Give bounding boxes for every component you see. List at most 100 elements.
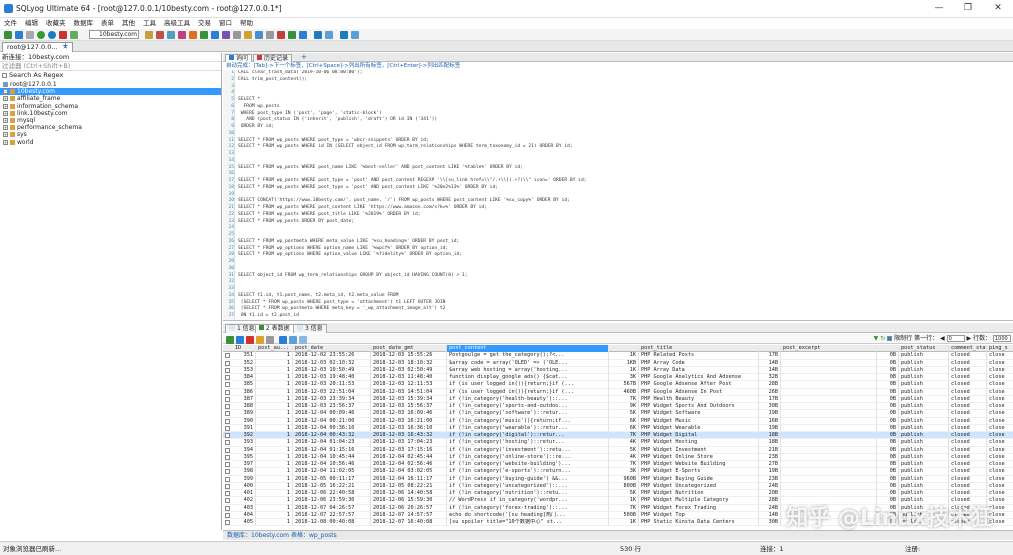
table-cell[interactable]: close — [987, 439, 1013, 446]
row-checkbox[interactable] — [225, 512, 230, 518]
table-cell[interactable]: 1 — [256, 519, 293, 527]
close-button[interactable]: ✕ — [987, 2, 1009, 15]
table-row[interactable]: 395 1 2018-12-04 10:45:44 2018-12-04 02:45:… — [223, 453, 1013, 461]
table-cell[interactable]: 24B — [759, 482, 781, 490]
table-cell[interactable]: 0B — [877, 359, 899, 367]
table-cell[interactable]: 1 — [256, 410, 293, 418]
table-cell[interactable]: 27B — [759, 461, 781, 469]
table-cell[interactable]: 2018-12-03 15:55:26 — [371, 352, 447, 360]
table-cell[interactable]: close — [987, 352, 1013, 359]
new-query-icon[interactable] — [15, 31, 23, 39]
table-cell[interactable]: 30B — [759, 519, 781, 527]
table-cell[interactable]: [su spoiler title="10个数据中心" st... — [447, 519, 609, 527]
schedule-icon[interactable] — [244, 31, 252, 39]
table-cell[interactable]: 2018-12-07 16:40:08 — [371, 519, 447, 527]
table-row[interactable]: 384 1 2018-12-03 19:48:40 2018-12-03 11:48:… — [223, 374, 1013, 382]
table-cell[interactable]: 390 — [233, 417, 256, 425]
menu-others[interactable]: 其他 — [118, 18, 139, 29]
row-checkbox[interactable] — [225, 404, 230, 409]
table-cell[interactable]: 399 — [233, 475, 256, 483]
info-icon[interactable] — [351, 31, 359, 39]
table-cell[interactable]: PHP Widget Buying Guide — [639, 475, 759, 483]
table-cell[interactable]: close — [987, 425, 1013, 432]
row-checkbox[interactable] — [225, 491, 230, 496]
table-cell[interactable]: 1 — [256, 403, 293, 411]
table-cell[interactable]: 2018-12-03 11:48:40 — [371, 374, 447, 382]
table-cell[interactable]: publish — [899, 410, 949, 418]
table-cell[interactable] — [781, 395, 877, 403]
table-cell[interactable]: publish — [899, 439, 949, 447]
table-cell[interactable]: 2018-12-06 15:59:30 — [371, 497, 447, 505]
menu-file[interactable]: 文件 — [0, 18, 21, 29]
table-cell[interactable]: 1 — [256, 381, 293, 389]
table-cell[interactable]: publish — [899, 403, 949, 411]
table-cell[interactable]: 0B — [877, 482, 899, 490]
table-cell[interactable]: PHP Static Kinsta Data Centers — [639, 519, 759, 527]
table-cell[interactable]: PHP Widget Investment — [639, 446, 759, 454]
stop-icon[interactable] — [59, 31, 67, 39]
table-row[interactable]: 399 1 2018-12-05 00:11:17 2018-12-04 16:11:… — [223, 475, 1013, 483]
table-cell[interactable] — [781, 424, 877, 432]
table-cell[interactable]: 385 — [233, 381, 256, 389]
expand-toggle-icon[interactable]: + — [3, 139, 8, 145]
tree-item[interactable]: − 10besty.com — [0, 88, 221, 96]
table-cell[interactable]: publish — [899, 453, 949, 461]
table-cell[interactable]: 2018-12-03 17:04:23 — [371, 439, 447, 447]
table-cell[interactable]: PHP Widget Music — [639, 417, 759, 425]
regex-search-toggle[interactable]: Search As Regex — [0, 71, 221, 80]
table-cell[interactable]: 0B — [877, 468, 899, 476]
export-result-icon[interactable] — [266, 336, 274, 344]
table-row[interactable]: 390 1 2018-12-04 00:21:00 2018-12-03 16:21:… — [223, 417, 1013, 425]
table-cell[interactable]: PHP Array Code — [639, 359, 759, 367]
table-cell[interactable]: 404 — [233, 511, 256, 519]
cancel-changes-icon[interactable] — [256, 336, 264, 344]
tree-item[interactable]: + affiliate_frame — [0, 95, 221, 102]
menu-favorites[interactable]: 收藏夹 — [42, 18, 70, 29]
disconnect-icon[interactable] — [26, 31, 34, 39]
execute-all-icon[interactable] — [48, 31, 56, 39]
table-cell[interactable]: 1 — [256, 446, 293, 454]
table-cell[interactable]: 2018-12-06 22:40:58 — [293, 490, 371, 498]
table-cell[interactable]: close — [987, 367, 1013, 374]
table-cell[interactable]: 2018-12-03 02:50:49 — [371, 366, 447, 374]
table-cell[interactable]: 2018-12-03 15:39:34 — [371, 395, 447, 403]
table-cell[interactable]: 1 — [256, 424, 293, 432]
table-cell[interactable]: 400 — [233, 482, 256, 490]
table-cell[interactable]: closed — [949, 424, 987, 432]
table-cell[interactable]: 14B — [759, 359, 781, 367]
column-header[interactable] — [609, 345, 639, 353]
row-checkbox[interactable] — [225, 418, 230, 424]
table-cell[interactable]: 2018-12-04 16:11:17 — [371, 475, 447, 483]
column-header[interactable]: post_excerpt — [781, 345, 877, 353]
table-cell[interactable]: close — [987, 396, 1013, 403]
table-cell[interactable]: 3K — [609, 374, 639, 382]
table-cell[interactable]: close — [987, 483, 1013, 490]
schema-icon[interactable] — [156, 31, 164, 39]
filter-input[interactable]: 过滤器 (Ctrl+Shift+B) — [0, 62, 221, 71]
row-checkbox[interactable] — [225, 382, 230, 388]
sync-icon[interactable] — [200, 31, 208, 39]
table-cell[interactable]: 5K — [609, 446, 639, 454]
row-checkbox[interactable] — [225, 353, 230, 359]
table-cell[interactable]: 2018-12-04 00:09:46 — [293, 410, 371, 418]
delete-row-icon[interactable] — [246, 336, 254, 344]
table-row[interactable]: 389 1 2018-12-04 00:09:46 2018-12-03 16:09:… — [223, 410, 1013, 418]
row-checkbox[interactable] — [225, 447, 230, 453]
table-cell[interactable]: closed — [949, 475, 987, 483]
table-cell[interactable]: 9K — [609, 403, 639, 411]
table-cell[interactable]: close — [987, 403, 1013, 410]
table-row[interactable]: 401 1 2018-12-06 22:40:58 2018-12-06 14:40:… — [223, 490, 1013, 498]
table-row[interactable]: 400 1 2018-12-05 16:22:21 2018-12-05 08:22:… — [223, 482, 1013, 490]
table-cell[interactable]: publish — [899, 366, 949, 374]
table-cell[interactable] — [781, 352, 877, 360]
prev-page-icon[interactable]: ◀ — [940, 335, 945, 342]
table-cell[interactable]: 2018-12-07 14:57:57 — [371, 511, 447, 519]
table-cell[interactable]: close — [987, 410, 1013, 417]
help-icon[interactable] — [340, 31, 348, 39]
expand-toggle-icon[interactable]: + — [3, 117, 8, 123]
row-checkbox[interactable] — [225, 367, 230, 373]
table-cell[interactable]: 2018-12-05 16:22:21 — [293, 482, 371, 490]
table-cell[interactable]: closed — [949, 366, 987, 374]
table-cell[interactable]: 1 — [256, 395, 293, 403]
table-cell[interactable]: if (!in_category('online-store')::re... — [447, 453, 609, 461]
